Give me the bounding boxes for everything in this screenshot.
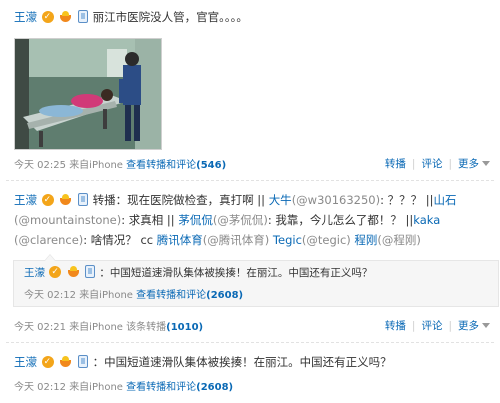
mention-link[interactable]: Tegic	[273, 233, 302, 247]
quoted-post-text: ：中国短道速滑队集体被挨揍！在丽江。中国还有正义吗？	[99, 267, 373, 279]
mention-handle: (@程刚)	[377, 233, 421, 247]
mention-link[interactable]: 腾讯体育	[157, 233, 203, 247]
divider: |	[448, 158, 452, 170]
post-source: 来自iPhone	[79, 290, 133, 301]
repost-button[interactable]: 转播	[385, 320, 406, 332]
divider: |	[411, 158, 416, 170]
post-2-actions: 转播 | 评论 | 更多	[385, 318, 490, 333]
view-reposts-link[interactable]: 查看转播和评论	[126, 160, 196, 171]
comment-button[interactable]: 评论	[421, 320, 442, 332]
more-button[interactable]: 更多	[458, 320, 479, 332]
hospital-photo-image	[15, 39, 161, 149]
mention-link[interactable]: 大牛	[269, 193, 292, 207]
post-1: 王濛 丽江市医院没人管，官官。。。。	[0, 6, 500, 176]
repost-chain-text: : 啥情况？ cc	[83, 233, 157, 247]
post-1-actions: 转播 | 评论 | 更多	[385, 156, 490, 171]
mention-link[interactable]: 茅侃侃	[178, 213, 213, 227]
comment-button[interactable]: 评论	[421, 158, 442, 170]
post-text: ：中国短道速滑队集体被挨揍！在丽江。中国还有正义吗？	[92, 355, 392, 369]
repost-chain-text: : ？？？ ||	[380, 193, 434, 207]
post-3-meta: 今天 02:12 来自iPhone 查看转播和评论(2608)	[14, 378, 233, 393]
post-2-line-3: (@clarence): 啥情况？ cc 腾讯体育(@腾讯体育) Tegic(@…	[14, 231, 421, 250]
post-time[interactable]: 今天 02:12	[24, 290, 76, 301]
phone-icon	[77, 193, 88, 206]
mention-handle: (@clarence)	[14, 233, 84, 247]
quote-pointer	[44, 254, 56, 261]
post-photo[interactable]	[14, 38, 162, 150]
author-name[interactable]: 王濛	[14, 355, 37, 369]
author-name[interactable]: 王濛	[14, 193, 37, 207]
post-divider	[6, 180, 494, 181]
post-2: 王濛 转播：现在医院做检查，真打啊 || 大牛(@w30163250): ？？？…	[0, 189, 500, 339]
post-source: 来自iPhone	[69, 160, 123, 171]
post-1-meta: 今天 02:25 来自iPhone 查看转播和评论(546)	[14, 156, 226, 171]
crown-icon	[67, 266, 80, 278]
post-1-body: 王濛 丽江市医院没人管，官官。。。。	[14, 8, 248, 27]
mention-handle: (@w30163250)	[291, 193, 381, 207]
chevron-down-icon[interactable]	[482, 323, 490, 328]
quoted-post: 王濛 ：中国短道速滑队集体被挨揍！在丽江。中国还有正义吗？ 今天 02:12 来…	[13, 254, 499, 307]
quoted-post-body: 王濛 ：中国短道速滑队集体被挨揍！在丽江。中国还有正义吗？	[24, 263, 373, 283]
chevron-down-icon[interactable]	[482, 161, 490, 166]
post-time[interactable]: 今天 02:21	[14, 322, 66, 333]
view-reposts-link[interactable]: 查看转播和评论	[136, 290, 206, 301]
verified-icon	[49, 263, 62, 282]
crown-icon	[59, 194, 72, 206]
repost-count: (2608)	[196, 382, 234, 393]
mention-handle: (@mountainstone)	[14, 213, 122, 227]
divider: |	[411, 320, 416, 332]
phone-icon	[77, 10, 88, 23]
post-source: 来自iPhone	[69, 382, 123, 393]
view-reposts-link[interactable]: 查看转播和评论	[126, 382, 196, 393]
crown-icon	[59, 356, 72, 368]
phone-icon	[85, 265, 96, 278]
phone-icon	[77, 355, 88, 368]
repost-count: (2608)	[206, 290, 244, 301]
post-3-body: 王濛 ：中国短道速滑队集体被挨揍！在丽江。中国还有正义吗？	[14, 353, 392, 372]
post-2-line-1: 王濛 转播：现在医院做检查，真打啊 || 大牛(@w30163250): ？？？…	[14, 191, 457, 210]
repost-count: (1010)	[166, 322, 204, 333]
weibo-feed: 王濛 丽江市医院没人管，官官。。。。	[0, 0, 500, 403]
verified-icon	[41, 8, 54, 27]
post-2-meta: 今天 02:21 来自iPhone 该条转播(1010)	[14, 318, 203, 333]
repost-lead-text: 转播：现在医院做检查，真打啊 ||	[92, 193, 269, 207]
repost-chain-text: : 我靠，今儿怎么了都！？ ||	[267, 213, 414, 227]
mention-handle: (@tegic)	[301, 233, 351, 247]
author-name[interactable]: 王濛	[14, 10, 37, 24]
post-divider	[6, 342, 494, 343]
verified-icon	[41, 191, 54, 210]
post-2-line-2: (@mountainstone): 求真相 || 茅侃侃(@茅侃侃): 我靠，今…	[14, 211, 440, 230]
post-text: 丽江市医院没人管，官官。。。。	[92, 10, 248, 24]
more-button[interactable]: 更多	[458, 158, 479, 170]
repost-count: (546)	[196, 160, 227, 171]
author-name[interactable]: 王濛	[24, 267, 45, 279]
repost-label[interactable]: 该条转播	[126, 322, 166, 333]
mention-link[interactable]: 山石	[434, 193, 457, 207]
mention-handle: (@茅侃侃)	[212, 213, 268, 227]
quoted-post-meta: 今天 02:12 来自iPhone 查看转播和评论(2608)	[24, 286, 243, 301]
verified-icon	[41, 353, 54, 372]
post-3: 王濛 ：中国短道速滑队集体被挨揍！在丽江。中国还有正义吗？ 今天 02:12 来…	[0, 351, 500, 403]
mention-handle: (@腾讯体育)	[202, 233, 270, 247]
post-source: 来自iPhone	[69, 322, 123, 333]
repost-button[interactable]: 转播	[385, 158, 406, 170]
divider: |	[448, 320, 452, 332]
crown-icon	[59, 11, 72, 23]
post-time[interactable]: 今天 02:25	[14, 160, 66, 171]
mention-link[interactable]: kaka	[413, 213, 440, 227]
mention-link[interactable]: 程刚	[354, 233, 377, 247]
post-time[interactable]: 今天 02:12	[14, 382, 66, 393]
repost-chain-text: : 求真相 ||	[121, 213, 179, 227]
